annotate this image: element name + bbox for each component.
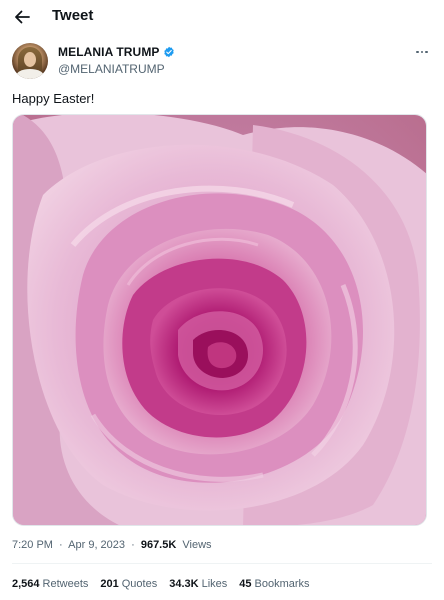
author-handle[interactable]: @MELANIATRUMP — [58, 62, 165, 76]
meta-separator: · — [131, 539, 135, 551]
meta-separator: · — [59, 539, 63, 551]
author-name[interactable]: MELANIA TRUMP — [58, 45, 160, 59]
top-bar: Tweet — [0, 0, 444, 34]
tweet-date[interactable]: Apr 9, 2023 — [68, 539, 125, 551]
tweet-meta: 7:20 PM · Apr 9, 2023 · 967.5K Views — [12, 539, 215, 551]
views-count: 967.5K — [140, 539, 177, 551]
likes-count: 34.3K — [169, 578, 199, 590]
views-label: Views — [182, 539, 212, 551]
avatar[interactable] — [12, 43, 48, 79]
retweets-stat[interactable]: 2,564 Retweets — [12, 578, 88, 590]
quotes-count: 201 — [100, 578, 119, 590]
retweets-count: 2,564 — [12, 578, 40, 590]
quotes-label: Quotes — [121, 578, 158, 590]
bookmarks-count: 45 — [239, 578, 252, 590]
tweet-author: MELANIA TRUMP @MELANIATRUMP — [12, 43, 432, 81]
rose-photo — [13, 115, 426, 525]
page-title: Tweet — [52, 7, 94, 24]
more-horizontal-icon — [416, 50, 419, 54]
verified-badge-icon — [163, 46, 175, 58]
tweet-time[interactable]: 7:20 PM — [12, 539, 53, 551]
tweet-media-image[interactable] — [12, 114, 427, 526]
tweet-stats: 2,564 Retweets 201 Quotes 34.3K Likes 45 Boo… — [12, 578, 322, 590]
quotes-stat[interactable]: 201 Quotes — [100, 578, 157, 590]
bookmarks-label: Bookmarks — [254, 578, 310, 590]
likes-stat[interactable]: 34.3K Likes — [169, 578, 227, 590]
likes-label: Likes — [201, 578, 228, 590]
back-button[interactable] — [12, 7, 32, 27]
bookmarks-stat[interactable]: 45 Bookmarks — [239, 578, 309, 590]
arrow-left-icon — [15, 10, 30, 24]
retweets-label: Retweets — [42, 578, 89, 590]
tweet-text: Happy Easter! — [12, 91, 95, 106]
divider — [12, 563, 432, 564]
more-options-button[interactable] — [414, 47, 430, 57]
